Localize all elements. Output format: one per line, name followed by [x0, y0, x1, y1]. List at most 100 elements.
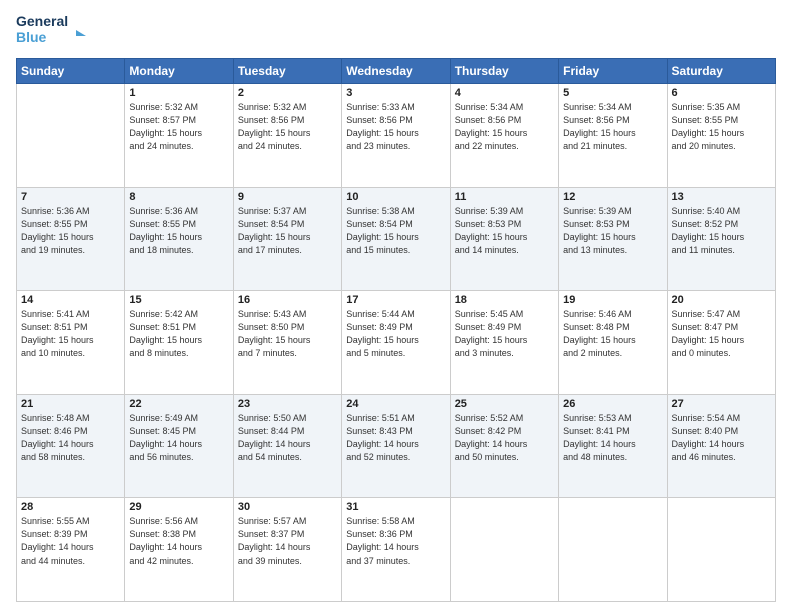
day-info: Sunrise: 5:56 AM Sunset: 8:38 PM Dayligh…	[129, 515, 228, 567]
day-info: Sunrise: 5:33 AM Sunset: 8:56 PM Dayligh…	[346, 101, 445, 153]
calendar-day-cell: 12 Sunrise: 5:39 AM Sunset: 8:53 PM Dayli…	[559, 187, 667, 291]
day-info: Sunrise: 5:49 AM Sunset: 8:45 PM Dayligh…	[129, 412, 228, 464]
day-info: Sunrise: 5:52 AM Sunset: 8:42 PM Dayligh…	[455, 412, 554, 464]
day-info: Sunrise: 5:46 AM Sunset: 8:48 PM Dayligh…	[563, 308, 662, 360]
day-info: Sunrise: 5:36 AM Sunset: 8:55 PM Dayligh…	[21, 205, 120, 257]
week-row-2: 7 Sunrise: 5:36 AM Sunset: 8:55 PM Daylig…	[17, 187, 776, 291]
day-number: 6	[672, 87, 771, 99]
calendar-day-cell: 22Sunrise: 5:49 AM Sunset: 8:45 PM Dayli…	[125, 394, 233, 498]
calendar-day-cell: 16 Sunrise: 5:43 AM Sunset: 8:50 PM Dayli…	[233, 291, 341, 395]
calendar-day-cell: 19 Sunrise: 5:46 AM Sunset: 8:48 PM Dayli…	[559, 291, 667, 395]
day-number: 3	[346, 87, 445, 99]
calendar-day-cell: 20Sunrise: 5:47 AM Sunset: 8:47 PM Dayli…	[667, 291, 775, 395]
calendar-table: SundayMondayTuesdayWednesdayThursdayFrid…	[16, 58, 776, 602]
day-number: 19	[563, 294, 662, 306]
header-sunday: Sunday	[17, 59, 125, 84]
calendar-day-cell: 25Sunrise: 5:52 AM Sunset: 8:42 PM Dayli…	[450, 394, 558, 498]
day-info: Sunrise: 5:55 AM Sunset: 8:39 PM Dayligh…	[21, 515, 120, 567]
day-number: 17	[346, 294, 445, 306]
day-info: Sunrise: 5:54 AM Sunset: 8:40 PM Dayligh…	[672, 412, 771, 464]
week-row-3: 14 Sunrise: 5:41 AM Sunset: 8:51 PM Dayli…	[17, 291, 776, 395]
day-info: Sunrise: 5:43 AM Sunset: 8:50 PM Dayligh…	[238, 308, 337, 360]
svg-text:Blue: Blue	[16, 29, 47, 45]
calendar-day-cell: 18Sunrise: 5:45 AM Sunset: 8:49 PM Dayli…	[450, 291, 558, 395]
header-monday: Monday	[125, 59, 233, 84]
day-info: Sunrise: 5:38 AM Sunset: 8:54 PM Dayligh…	[346, 205, 445, 257]
header-wednesday: Wednesday	[342, 59, 450, 84]
day-number: 1	[129, 87, 228, 99]
day-info: Sunrise: 5:39 AM Sunset: 8:53 PM Dayligh…	[455, 205, 554, 257]
calendar-day-cell	[17, 84, 125, 188]
calendar-day-cell: 28 Sunrise: 5:55 AM Sunset: 8:39 PM Dayli…	[17, 498, 125, 602]
day-number: 14	[21, 294, 120, 306]
day-info: Sunrise: 5:44 AM Sunset: 8:49 PM Dayligh…	[346, 308, 445, 360]
header: General Blue	[16, 10, 776, 52]
day-info: Sunrise: 5:42 AM Sunset: 8:51 PM Dayligh…	[129, 308, 228, 360]
week-row-4: 21 Sunrise: 5:48 AM Sunset: 8:46 PM Dayli…	[17, 394, 776, 498]
day-info: Sunrise: 5:48 AM Sunset: 8:46 PM Dayligh…	[21, 412, 120, 464]
calendar-day-cell: 23 Sunrise: 5:50 AM Sunset: 8:44 PM Dayli…	[233, 394, 341, 498]
day-info: Sunrise: 5:32 AM Sunset: 8:57 PM Dayligh…	[129, 101, 228, 153]
calendar-day-cell	[559, 498, 667, 602]
day-number: 29	[129, 501, 228, 513]
calendar-day-cell: 24 Sunrise: 5:51 AM Sunset: 8:43 PM Dayli…	[342, 394, 450, 498]
day-info: Sunrise: 5:57 AM Sunset: 8:37 PM Dayligh…	[238, 515, 337, 567]
day-info: Sunrise: 5:58 AM Sunset: 8:36 PM Dayligh…	[346, 515, 445, 567]
day-info: Sunrise: 5:50 AM Sunset: 8:44 PM Dayligh…	[238, 412, 337, 464]
calendar-day-cell: 10Sunrise: 5:38 AM Sunset: 8:54 PM Dayli…	[342, 187, 450, 291]
day-info: Sunrise: 5:41 AM Sunset: 8:51 PM Dayligh…	[21, 308, 120, 360]
day-info: Sunrise: 5:35 AM Sunset: 8:55 PM Dayligh…	[672, 101, 771, 153]
day-number: 12	[563, 191, 662, 203]
calendar-day-cell: 4Sunrise: 5:34 AM Sunset: 8:56 PM Daylig…	[450, 84, 558, 188]
calendar-day-cell: 29 Sunrise: 5:56 AM Sunset: 8:38 PM Dayli…	[125, 498, 233, 602]
calendar-day-cell: 8Sunrise: 5:36 AM Sunset: 8:55 PM Daylig…	[125, 187, 233, 291]
day-info: Sunrise: 5:53 AM Sunset: 8:41 PM Dayligh…	[563, 412, 662, 464]
day-number: 8	[129, 191, 228, 203]
header-thursday: Thursday	[450, 59, 558, 84]
day-number: 13	[672, 191, 771, 203]
day-number: 24	[346, 398, 445, 410]
calendar-day-cell: 3 Sunrise: 5:33 AM Sunset: 8:56 PM Daylig…	[342, 84, 450, 188]
calendar-day-cell: 15 Sunrise: 5:42 AM Sunset: 8:51 PM Dayli…	[125, 291, 233, 395]
logo: General Blue	[16, 10, 86, 52]
day-number: 20	[672, 294, 771, 306]
day-info: Sunrise: 5:37 AM Sunset: 8:54 PM Dayligh…	[238, 205, 337, 257]
day-info: Sunrise: 5:32 AM Sunset: 8:56 PM Dayligh…	[238, 101, 337, 153]
svg-text:General: General	[16, 13, 68, 29]
calendar-day-cell: 30 Sunrise: 5:57 AM Sunset: 8:37 PM Dayli…	[233, 498, 341, 602]
header-friday: Friday	[559, 59, 667, 84]
day-info: Sunrise: 5:34 AM Sunset: 8:56 PM Dayligh…	[455, 101, 554, 153]
day-number: 27	[672, 398, 771, 410]
calendar-day-cell: 6 Sunrise: 5:35 AM Sunset: 8:55 PM Daylig…	[667, 84, 775, 188]
week-row-1: 1 Sunrise: 5:32 AM Sunset: 8:57 PM Daylig…	[17, 84, 776, 188]
calendar-day-cell: 5Sunrise: 5:34 AM Sunset: 8:56 PM Daylig…	[559, 84, 667, 188]
day-number: 16	[238, 294, 337, 306]
header-saturday: Saturday	[667, 59, 775, 84]
day-info: Sunrise: 5:34 AM Sunset: 8:56 PM Dayligh…	[563, 101, 662, 153]
day-info: Sunrise: 5:39 AM Sunset: 8:53 PM Dayligh…	[563, 205, 662, 257]
calendar-day-cell: 27 Sunrise: 5:54 AM Sunset: 8:40 PM Dayli…	[667, 394, 775, 498]
day-number: 7	[21, 191, 120, 203]
calendar-header-row: SundayMondayTuesdayWednesdayThursdayFrid…	[17, 59, 776, 84]
day-number: 21	[21, 398, 120, 410]
calendar-day-cell: 7 Sunrise: 5:36 AM Sunset: 8:55 PM Daylig…	[17, 187, 125, 291]
day-number: 2	[238, 87, 337, 99]
week-row-5: 28 Sunrise: 5:55 AM Sunset: 8:39 PM Dayli…	[17, 498, 776, 602]
day-number: 15	[129, 294, 228, 306]
day-number: 23	[238, 398, 337, 410]
calendar-day-cell	[450, 498, 558, 602]
day-number: 11	[455, 191, 554, 203]
calendar-day-cell: 13Sunrise: 5:40 AM Sunset: 8:52 PM Dayli…	[667, 187, 775, 291]
day-number: 9	[238, 191, 337, 203]
calendar-day-cell	[667, 498, 775, 602]
calendar-day-cell: 9 Sunrise: 5:37 AM Sunset: 8:54 PM Daylig…	[233, 187, 341, 291]
calendar-day-cell: 1 Sunrise: 5:32 AM Sunset: 8:57 PM Daylig…	[125, 84, 233, 188]
day-info: Sunrise: 5:51 AM Sunset: 8:43 PM Dayligh…	[346, 412, 445, 464]
calendar-day-cell: 11 Sunrise: 5:39 AM Sunset: 8:53 PM Dayli…	[450, 187, 558, 291]
day-number: 30	[238, 501, 337, 513]
day-number: 18	[455, 294, 554, 306]
header-tuesday: Tuesday	[233, 59, 341, 84]
day-number: 26	[563, 398, 662, 410]
day-number: 28	[21, 501, 120, 513]
calendar-day-cell: 31Sunrise: 5:58 AM Sunset: 8:36 PM Dayli…	[342, 498, 450, 602]
